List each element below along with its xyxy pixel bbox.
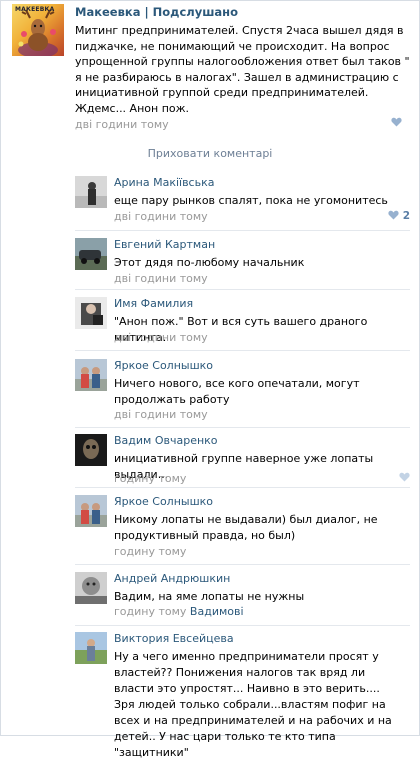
- comment-text: Ничего нового, все кого опечатали, могут…: [114, 377, 360, 406]
- comment-time[interactable]: дві години тому: [114, 272, 208, 285]
- comment-text: Вадим, на яме лопаты не нужны: [114, 590, 305, 603]
- comment-author[interactable]: Андрей Андрюшкин: [114, 572, 230, 585]
- comment-text: Ну а чего именно предприниматели просят …: [114, 650, 392, 759]
- comment-time[interactable]: годину тому: [114, 545, 186, 558]
- comment-author[interactable]: Евгений Картман: [114, 238, 215, 251]
- comment-time[interactable]: годину тому: [114, 472, 186, 485]
- divider: [75, 564, 410, 565]
- heart-icon: [388, 210, 399, 220]
- user-photo-icon: [75, 359, 107, 391]
- avatar[interactable]: [75, 434, 107, 466]
- comment-author[interactable]: Вадим Овчаренко: [114, 434, 218, 447]
- comment-like-button[interactable]: [399, 472, 410, 484]
- divider: [75, 487, 410, 488]
- group-avatar-label: МАКЕЕВКА: [15, 6, 55, 13]
- comment-meta: годину тому Вадимові: [114, 605, 244, 618]
- post-like-button[interactable]: [391, 117, 402, 129]
- comment-time[interactable]: дві години тому: [114, 408, 208, 421]
- divider: [75, 289, 410, 290]
- comment-text: еще пару рынков спалят, пока не угомонит…: [114, 194, 388, 207]
- divider: [75, 427, 410, 428]
- comment-author[interactable]: Виктория Евсейцева: [114, 632, 234, 645]
- comment-time[interactable]: годину тому: [114, 605, 186, 618]
- user-photo-icon: [75, 572, 107, 604]
- divider: [75, 350, 410, 351]
- post-author-link[interactable]: Макеевка | Подслушано: [75, 5, 238, 19]
- comment-like-button[interactable]: 2: [388, 210, 410, 222]
- avatar[interactable]: [75, 359, 107, 391]
- comment-text: Этот дядя по-любому начальник: [114, 256, 305, 269]
- comment-text: Никому лопаты не выдавали) был диалог, н…: [114, 513, 378, 542]
- comment-author[interactable]: Имя Фамилия: [114, 297, 193, 310]
- post-time-link[interactable]: дві години тому: [75, 118, 169, 131]
- avatar[interactable]: [75, 495, 107, 527]
- user-photo-icon: [75, 632, 107, 664]
- user-photo-icon: [75, 176, 107, 208]
- avatar[interactable]: [75, 632, 107, 664]
- reply-to-link[interactable]: Вадимові: [190, 605, 244, 618]
- user-photo-icon: [75, 238, 107, 270]
- comment-like-count: 2: [402, 210, 410, 222]
- heart-icon: [391, 117, 402, 127]
- user-photo-icon: [75, 495, 107, 527]
- comment-time[interactable]: дві години тому: [114, 331, 208, 344]
- post-text: Митинг предпринимателей. Спустя 2часа вы…: [75, 24, 410, 115]
- comment-author[interactable]: Яркое Солнышко: [114, 359, 213, 372]
- comment-time[interactable]: дві години тому: [114, 210, 208, 223]
- group-avatar[interactable]: МАКЕЕВКА: [12, 4, 64, 56]
- divider: [75, 230, 410, 231]
- hide-comments-link[interactable]: Приховати коментарі: [0, 147, 420, 160]
- user-photo-icon: [75, 434, 107, 466]
- avatar[interactable]: [75, 572, 107, 604]
- user-photo-icon: [75, 297, 107, 329]
- avatar[interactable]: [75, 238, 107, 270]
- comment-author[interactable]: Яркое Солнышко: [114, 495, 213, 508]
- divider: [75, 625, 410, 626]
- comment-author[interactable]: Арина Макіївська: [114, 176, 214, 189]
- avatar[interactable]: [75, 176, 107, 208]
- avatar[interactable]: [75, 297, 107, 329]
- heart-icon: [399, 472, 410, 482]
